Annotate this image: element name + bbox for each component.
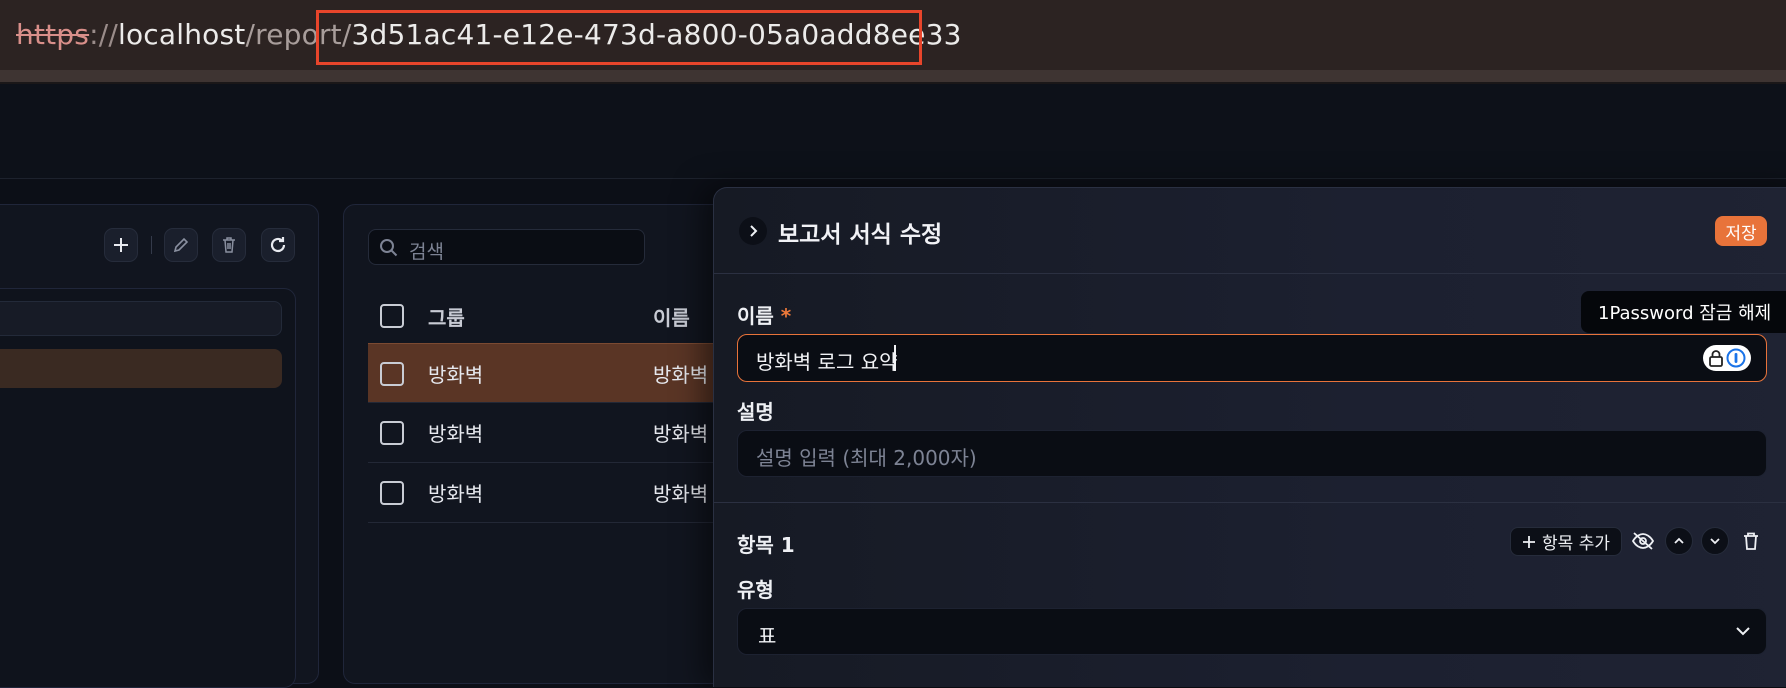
refresh-icon: [270, 237, 286, 253]
chevron-right-icon: [750, 225, 758, 237]
chevron-down-icon: [1710, 538, 1720, 545]
add-item-button[interactable]: 항목 추가: [1510, 527, 1622, 556]
pencil-icon: [173, 237, 189, 253]
type-select-value: 표: [758, 624, 777, 648]
row-group-cell: 방화벽: [428, 482, 484, 506]
row-checkbox[interactable]: [380, 481, 404, 505]
row-group-cell: 방화벽: [428, 422, 484, 446]
row-divider: [368, 462, 713, 463]
required-mark: *: [780, 304, 792, 328]
move-up-button[interactable]: [1665, 527, 1693, 555]
chevron-down-icon: [1736, 627, 1750, 636]
move-down-button[interactable]: [1701, 527, 1729, 555]
row-checkbox[interactable]: [380, 421, 404, 445]
password-manager-tooltip: 1Password 잠금 해제: [1581, 291, 1786, 333]
url-scheme: https: [16, 18, 90, 51]
name-field-label: 이름 *: [737, 300, 791, 329]
eye-off-icon: [1631, 532, 1655, 550]
hide-item-button[interactable]: [1629, 527, 1657, 555]
trash-icon: [223, 237, 235, 253]
url-host: localhost: [117, 18, 246, 51]
section-title: 항목 1: [737, 533, 795, 557]
delete-item-button[interactable]: [1737, 527, 1765, 555]
tree-item-selected[interactable]: [0, 349, 282, 388]
url-separator: ://: [89, 18, 118, 51]
collapse-drawer-button[interactable]: [739, 217, 767, 245]
row-divider: [368, 522, 713, 523]
toolbar-divider: [151, 236, 152, 254]
type-field-label: 유형: [737, 578, 774, 602]
plus-icon: [114, 238, 128, 252]
row-name-cell: 방화벽: [653, 422, 709, 446]
text-caret: [894, 345, 896, 371]
row-name-cell: 방화벽: [653, 363, 709, 387]
search-input[interactable]: 검색: [368, 229, 645, 265]
save-button[interactable]: 저장: [1715, 216, 1767, 246]
column-header-group[interactable]: 그룹: [428, 302, 465, 331]
password-manager-badge[interactable]: [1703, 345, 1751, 371]
refresh-button[interactable]: [261, 228, 295, 262]
row-group-cell: 방화벽: [428, 363, 484, 387]
section-divider: [713, 502, 1786, 503]
type-select[interactable]: 표: [737, 608, 1767, 655]
app-header: [0, 84, 1786, 179]
delete-button[interactable]: [212, 228, 246, 262]
search-icon: [380, 239, 398, 257]
toolbar-divider: [0, 70, 1786, 82]
tree-container: [0, 288, 296, 688]
lock-icon: [1709, 350, 1723, 367]
description-placeholder: 설명 입력 (최대 2,000자): [756, 446, 977, 470]
uuid-highlight-box: [316, 10, 922, 65]
add-item-label: 항목 추가: [1542, 534, 1610, 554]
select-all-checkbox[interactable]: [380, 304, 404, 328]
column-header-name[interactable]: 이름: [653, 302, 690, 331]
plus-icon: [1523, 535, 1536, 548]
description-field-label: 설명: [737, 400, 774, 424]
edit-button[interactable]: [164, 228, 198, 262]
add-button[interactable]: [104, 228, 138, 262]
name-input-value: 방화벽 로그 요약: [756, 350, 898, 374]
name-label-text: 이름: [737, 304, 774, 328]
description-input[interactable]: 설명 입력 (최대 2,000자): [737, 430, 1767, 477]
trash-icon: [1744, 532, 1758, 550]
row-divider: [368, 402, 713, 403]
tree-search-input[interactable]: [0, 301, 282, 336]
drawer-header-divider: [713, 273, 1786, 274]
search-placeholder: 검색: [409, 241, 444, 263]
row-name-cell: 방화벽: [653, 482, 709, 506]
chevron-up-icon: [1674, 537, 1684, 544]
drawer-title: 보고서 서식 수정: [778, 222, 943, 248]
row-checkbox[interactable]: [380, 362, 404, 386]
name-input[interactable]: 방화벽 로그 요약: [737, 334, 1767, 382]
1password-icon: [1726, 348, 1746, 368]
